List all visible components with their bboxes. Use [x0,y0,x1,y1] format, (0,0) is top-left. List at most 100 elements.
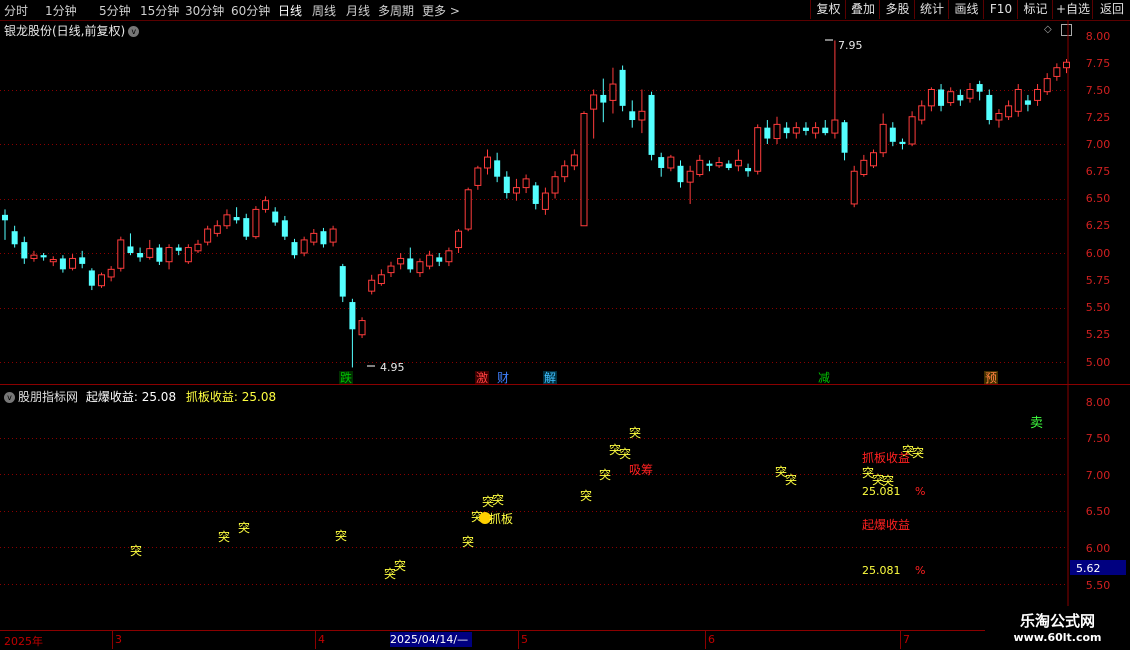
y-tick-label: 5.50 [1086,301,1111,314]
candle-body [233,217,240,221]
candle-body [899,141,906,144]
candle-body [629,111,636,121]
candle-body [658,157,665,168]
marker-yu[interactable]: 预 [985,371,997,385]
candle-body [802,127,809,131]
candle-body [262,200,270,210]
candle-body [204,228,212,243]
candle-body [667,156,675,169]
y-tick-label: 7.75 [1086,57,1111,70]
candle-body [156,247,163,262]
date-separator [112,631,113,649]
candle-body [860,159,868,176]
candle-body [570,154,578,167]
candle-body [436,257,443,262]
current-value: 5.62 [1076,562,1101,575]
candle-body [358,320,366,336]
tu-signal: 突 [335,528,347,543]
candle-body [580,112,588,227]
y-tick-label: 7.00 [1086,469,1111,482]
high-annotation: 7.95 [825,39,863,52]
candle-body [1063,61,1070,69]
candle-body [715,162,723,167]
candle-body [870,152,877,167]
candle-body [194,243,202,252]
candle-body [638,110,646,121]
event-markers: 跌 激 财 解 减 预 [339,370,998,385]
candle-body [503,176,510,194]
zhuaban-pct: 25.081 [862,485,901,498]
candle-body [831,119,839,134]
date-label: 7 [903,633,910,646]
candle-body [812,127,820,134]
y-tick-label: 7.00 [1086,138,1111,151]
marker-die[interactable]: 跌 [340,370,352,385]
candle-body [79,257,86,264]
candle-body [329,228,337,243]
watermark-title: 乐淘公式网 [1019,612,1095,630]
candle-body [339,266,346,297]
candle-body [98,274,105,287]
date-separator [705,631,706,649]
qibao-pct: 25.081 [862,564,901,577]
candle-body [137,253,144,258]
tu-signal: 突 [629,425,641,440]
candle-body [947,91,955,104]
y-tick-label: 8.00 [1086,30,1111,43]
kline-chart[interactable]: 8.00 7.75 7.50 7.25 7.00 6.75 6.50 6.25 … [0,0,1130,650]
y-tick-label: 6.00 [1086,542,1111,555]
candle-body [1034,89,1042,101]
candle-body [648,94,655,155]
y-tick-label: 6.25 [1086,219,1111,232]
candle-body [986,94,993,121]
candle-body [213,225,221,234]
tu-signal: 突 [492,492,504,507]
candle-body [243,218,250,237]
date-label: 2025年 [4,635,43,648]
candle-body [146,248,154,258]
candle-body [995,112,1003,121]
y-tick-label: 6.50 [1086,192,1111,205]
candle-body [918,105,926,121]
y-tick-label: 7.25 [1086,111,1111,124]
zhuaban-profit-label: 抓板收益 [862,451,910,465]
y-tick-label: 5.50 [1086,579,1111,592]
candle-body [165,247,173,263]
candle-body [677,165,684,183]
tu-signal: 突 [462,534,474,549]
candle-body [88,270,95,286]
tu-signal: 突 [218,529,230,544]
date-label: 3 [115,633,122,646]
date-separator [900,631,901,649]
candle-body [1005,105,1013,118]
tu-signal: 突 [599,467,611,482]
candle-body [512,187,520,194]
marker-ji[interactable]: 激 [476,371,488,385]
low-label: 4.95 [380,361,405,374]
candle-body [532,185,539,204]
candle-body [291,242,298,256]
candle-body [957,94,964,101]
candle-body [745,167,752,172]
y-tick-label: 6.00 [1086,247,1111,260]
candle-body [522,178,530,189]
candle-body [619,69,626,106]
candle-body [445,250,453,263]
candle-body [281,220,288,237]
candle-body [1024,100,1031,105]
candle-body [59,258,66,270]
pct-sign: % [915,485,925,498]
candle-body [49,259,57,263]
marker-jie[interactable]: 解 [544,371,556,385]
marker-cai[interactable]: 财 [497,371,509,385]
candle-body [416,261,424,274]
y-tick-label: 8.00 [1086,396,1111,409]
candle-body [21,242,28,259]
candle-body [609,83,617,101]
candle-body [300,239,308,254]
y-tick-label: 7.50 [1086,432,1111,445]
y-tick-label: 5.25 [1086,328,1111,341]
candle-body [426,254,434,267]
marker-jian[interactable]: 减 [818,371,830,385]
candle-body [494,160,501,177]
